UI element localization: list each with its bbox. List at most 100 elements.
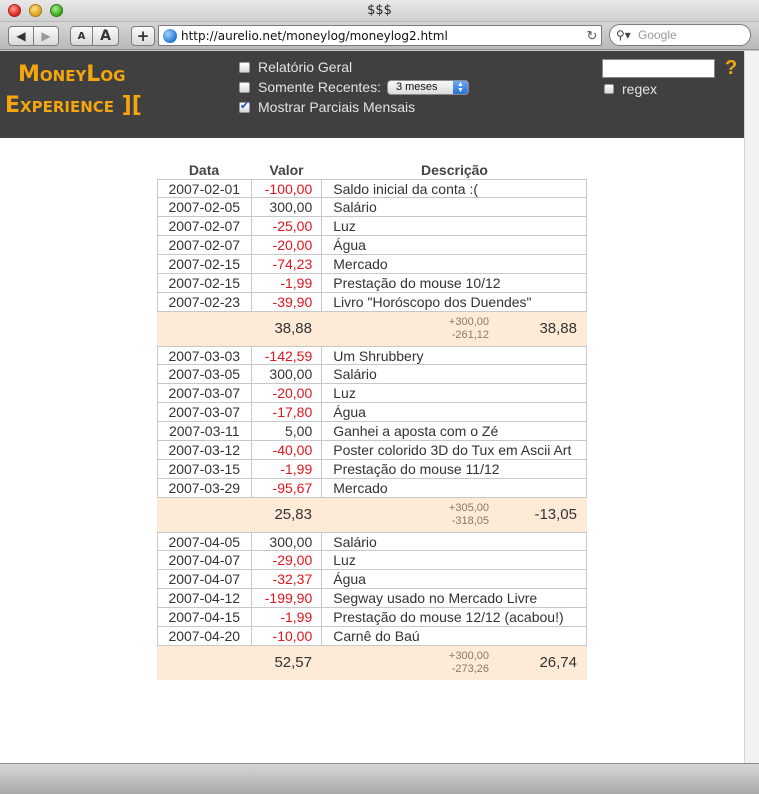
globe-icon	[163, 28, 177, 43]
filter-input[interactable]	[602, 59, 715, 78]
recent-period-value: 3 meses	[395, 81, 438, 93]
cell-date: 2007-03-03	[158, 347, 252, 364]
cell-value: -25,00	[252, 217, 323, 235]
cell-date: 2007-02-15	[158, 255, 252, 273]
browser-toolbar: ◀ ▶ A A + http://aurelio.net/moneylog/mo…	[0, 22, 759, 50]
status-bar	[0, 763, 759, 794]
subtotal-balance: 38,88	[539, 320, 577, 337]
table-body: 2007-02-01 -100,00 Saldo inicial da conta …	[157, 179, 587, 680]
table-row: 2007-02-15 -74,23 Mercado	[157, 255, 587, 274]
cell-description: Água	[333, 237, 366, 253]
cell-value: -20,00	[252, 384, 323, 402]
cell-value: -29,00	[252, 551, 323, 569]
cell-description: Prestação do mouse 10/12	[333, 275, 501, 291]
cell-value: -32,37	[252, 570, 323, 588]
cell-description: Prestação do mouse 11/12	[333, 461, 500, 477]
mostrar-parciais-label: Mostrar Parciais Mensais	[258, 99, 416, 115]
column-header-date[interactable]: Data	[157, 161, 251, 179]
search-field[interactable]: ⚲▾ Google	[609, 24, 751, 46]
cell-description: Saldo inicial da conta :(	[333, 181, 479, 197]
table-row: 2007-04-20 -10,00 Carnê do Baú	[157, 627, 587, 646]
cell-value: -199,90	[252, 589, 323, 607]
cell-date: 2007-04-20	[158, 627, 252, 645]
cell-description: Poster colorido 3D do Tux em Ascii Art	[333, 442, 572, 458]
logo-line-2: Experience ][	[5, 93, 142, 118]
cell-description: Ganhei a aposta com o Zé	[333, 423, 499, 439]
subtotal-partial: 38,88	[274, 320, 312, 337]
subtotal-income: +300,00	[448, 316, 489, 328]
help-link[interactable]: ?	[725, 57, 737, 80]
table-row: 2007-04-05 300,00 Salário	[157, 532, 587, 551]
cell-value: -17,80	[252, 403, 323, 421]
cell-date: 2007-02-05	[158, 198, 252, 216]
cell-description: Salário	[333, 366, 377, 382]
cell-date: 2007-03-11	[158, 422, 252, 440]
mostrar-parciais-checkbox[interactable]	[239, 99, 250, 113]
back-button[interactable]: ◀	[8, 26, 34, 46]
column-header-description[interactable]: Descrição	[322, 161, 587, 179]
text-larger-label: A	[100, 28, 111, 44]
scrollbar-track[interactable]	[744, 51, 759, 763]
table-row: 2007-03-07 -20,00 Luz	[157, 384, 587, 403]
cell-description: Mercado	[333, 480, 388, 496]
cell-description: Água	[333, 404, 366, 420]
cell-description: Prestação do mouse 12/12 (acabou!)	[333, 609, 564, 625]
regex-checkbox[interactable]	[604, 84, 614, 94]
address-bar[interactable]: http://aurelio.net/moneylog/moneylog2.ht…	[158, 25, 602, 46]
cell-description: Luz	[333, 218, 356, 234]
cell-description: Luz	[333, 385, 356, 401]
cell-date: 2007-03-07	[158, 384, 252, 402]
cell-description: Luz	[333, 552, 356, 568]
monthly-subtotal-row: 38,88 +300,00 -261,12 38,88	[157, 312, 587, 346]
back-arrow-icon: ◀	[16, 29, 26, 43]
table-row: 2007-04-07 -32,37 Água	[157, 570, 587, 589]
cell-value: 300,00	[252, 198, 323, 216]
cell-date: 2007-02-23	[158, 293, 252, 311]
text-larger-button[interactable]: A	[92, 26, 119, 46]
cell-date: 2007-02-15	[158, 274, 252, 292]
cell-value: 300,00	[252, 533, 323, 550]
window-title: $$$	[367, 3, 392, 18]
option-relatorio-geral[interactable]: Relatório Geral	[239, 57, 469, 77]
forward-arrow-icon: ▶	[41, 29, 51, 43]
cell-description: Um Shrubbery	[333, 348, 424, 364]
page-viewport: MoneyLog Experience ][ Relatório Geral S…	[0, 51, 744, 763]
option-somente-recentes[interactable]: Somente Recentes: 3 meses ▲ ▼	[239, 77, 469, 97]
subtotal-expense: -273,26	[451, 663, 489, 675]
subtotal-expense: -318,05	[451, 515, 489, 527]
column-header-value[interactable]: Valor	[251, 161, 322, 179]
somente-recentes-label: Somente Recentes:	[258, 79, 381, 95]
moneylog-header: MoneyLog Experience ][ Relatório Geral S…	[0, 51, 744, 138]
cell-date: 2007-04-15	[158, 608, 252, 626]
relatorio-geral-checkbox[interactable]	[239, 61, 250, 73]
recent-period-select[interactable]: 3 meses ▲ ▼	[386, 79, 469, 95]
subtotal-partial: 25,83	[274, 506, 312, 523]
cell-date: 2007-03-15	[158, 460, 252, 478]
cell-date: 2007-02-07	[158, 236, 252, 254]
table-row: 2007-03-11 5,00 Ganhei a aposta com o Zé	[157, 422, 587, 441]
option-regex[interactable]: regex	[604, 81, 657, 97]
cell-value: -1,99	[252, 460, 323, 478]
table-row: 2007-03-12 -40,00 Poster colorido 3D do Tu…	[157, 441, 587, 460]
cell-description: Mercado	[333, 256, 388, 272]
url-text[interactable]: http://aurelio.net/moneylog/moneylog2.ht…	[181, 29, 583, 43]
table-row: 2007-04-07 -29,00 Luz	[157, 551, 587, 570]
relatorio-geral-label: Relatório Geral	[258, 59, 353, 75]
cell-value: -39,90	[252, 293, 323, 311]
reload-icon[interactable]: ↻	[583, 28, 601, 44]
somente-recentes-checkbox[interactable]	[239, 81, 250, 93]
forward-button[interactable]: ▶	[33, 26, 59, 46]
table-row: 2007-02-07 -25,00 Luz	[157, 217, 587, 236]
option-mostrar-parciais[interactable]: Mostrar Parciais Mensais	[239, 97, 469, 117]
add-bookmark-button[interactable]: +	[131, 26, 155, 46]
table-row: 2007-02-01 -100,00 Saldo inicial da conta …	[157, 179, 587, 198]
subtotal-balance: 26,74	[539, 654, 577, 671]
cell-value: 5,00	[252, 422, 323, 440]
search-icon: ⚲▾	[616, 28, 631, 42]
regex-label: regex	[622, 81, 658, 97]
table-row: 2007-03-15 -1,99 Prestação do mouse 11/12	[157, 460, 587, 479]
cell-value: -142,59	[252, 347, 323, 364]
cell-description: Salário	[333, 199, 377, 215]
cell-value: -20,00	[252, 236, 323, 254]
text-smaller-button[interactable]: A	[70, 26, 93, 46]
